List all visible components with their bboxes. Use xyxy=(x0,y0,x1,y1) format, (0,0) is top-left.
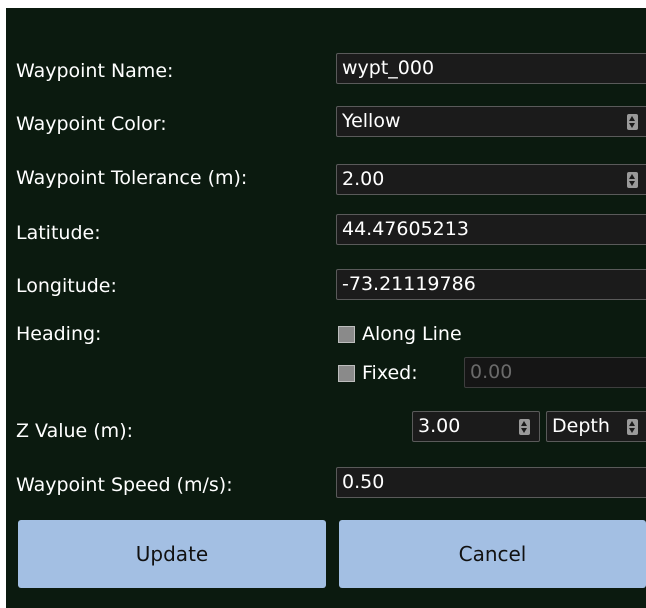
waypoint-color-value: Yellow xyxy=(342,110,401,132)
z-value-value: 3.00 xyxy=(418,415,461,437)
waypoint-color-select[interactable]: Yellow xyxy=(336,106,646,137)
waypoint-tolerance-label: Waypoint Tolerance (m): xyxy=(16,167,248,189)
fixed-heading-checkbox[interactable] xyxy=(338,365,355,382)
dropdown-arrows-icon xyxy=(627,114,638,130)
latitude-input[interactable]: 44.47605213 xyxy=(336,214,646,245)
waypoint-tolerance-spinbox[interactable]: 2.00 xyxy=(336,164,646,195)
spin-arrows-icon[interactable] xyxy=(519,419,530,435)
dropdown-arrows-icon xyxy=(627,419,638,435)
along-line-checkbox[interactable] xyxy=(338,326,355,343)
z-mode-select[interactable]: Depth xyxy=(546,411,646,442)
waypoint-speed-label: Waypoint Speed (m/s): xyxy=(16,474,233,496)
longitude-input[interactable]: -73.21119786 xyxy=(336,269,646,300)
spin-arrows-icon[interactable] xyxy=(627,172,638,188)
waypoint-name-label: Waypoint Name: xyxy=(16,60,174,82)
z-value-spinbox[interactable]: 3.00 xyxy=(412,411,540,442)
waypoint-editor-panel: Waypoint Name: wypt_000 Waypoint Color: … xyxy=(6,8,646,608)
along-line-label[interactable]: Along Line xyxy=(362,322,462,346)
waypoint-color-label: Waypoint Color: xyxy=(16,113,167,135)
fixed-heading-input[interactable]: 0.00 xyxy=(464,357,646,388)
waypoint-name-input[interactable]: wypt_000 xyxy=(336,53,646,84)
heading-label: Heading: xyxy=(16,323,102,345)
z-mode-value: Depth xyxy=(552,415,610,437)
update-button[interactable]: Update xyxy=(18,520,326,588)
latitude-label: Latitude: xyxy=(16,222,101,244)
longitude-label: Longitude: xyxy=(16,275,117,297)
fixed-heading-label[interactable]: Fixed: xyxy=(362,361,418,385)
waypoint-tolerance-value: 2.00 xyxy=(342,168,385,190)
waypoint-speed-input[interactable]: 0.50 xyxy=(336,467,646,498)
cancel-button[interactable]: Cancel xyxy=(339,520,646,588)
z-value-label: Z Value (m): xyxy=(16,420,134,442)
